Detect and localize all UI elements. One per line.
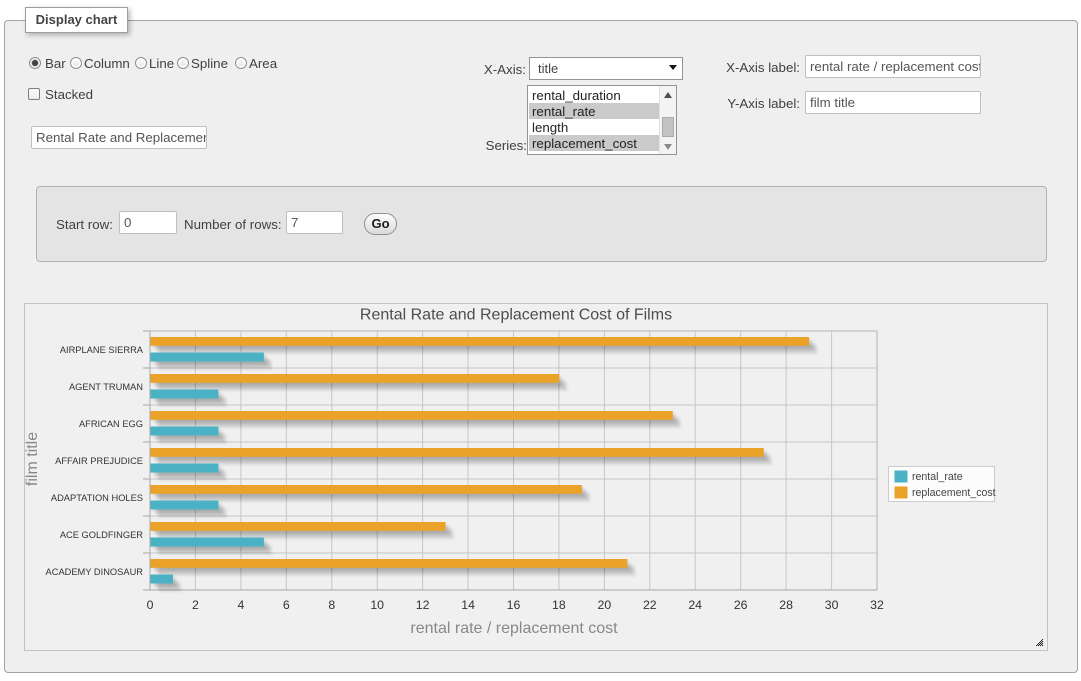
svg-text:AGENT TRUMAN: AGENT TRUMAN [69, 382, 143, 392]
svg-text:2: 2 [192, 598, 199, 612]
svg-text:ACE GOLDFINGER: ACE GOLDFINGER [60, 530, 143, 540]
svg-text:replacement_cost: replacement_cost [912, 487, 996, 499]
svg-text:AFFAIR PREJUDICE: AFFAIR PREJUDICE [55, 456, 143, 466]
svg-text:10: 10 [370, 598, 384, 612]
svg-text:ADAPTATION HOLES: ADAPTATION HOLES [51, 493, 143, 503]
svg-text:16: 16 [507, 598, 521, 612]
svg-text:26: 26 [734, 598, 748, 612]
svg-text:8: 8 [328, 598, 335, 612]
svg-text:rental_rate: rental_rate [912, 471, 963, 483]
svg-text:14: 14 [461, 598, 475, 612]
svg-text:30: 30 [825, 598, 839, 612]
svg-text:12: 12 [416, 598, 430, 612]
svg-text:22: 22 [643, 598, 657, 612]
svg-text:rental rate / replacement cost: rental rate / replacement cost [410, 620, 618, 637]
svg-text:18: 18 [552, 598, 566, 612]
svg-text:Rental Rate and Replacement Co: Rental Rate and Replacement Cost of Film… [360, 307, 672, 324]
svg-text:32: 32 [870, 598, 884, 612]
svg-text:film title: film title [24, 432, 41, 486]
svg-text:AFRICAN EGG: AFRICAN EGG [79, 419, 143, 429]
svg-text:4: 4 [237, 598, 244, 612]
svg-text:AIRPLANE SIERRA: AIRPLANE SIERRA [60, 345, 144, 355]
svg-text:0: 0 [147, 598, 154, 612]
svg-text:20: 20 [598, 598, 612, 612]
svg-text:6: 6 [283, 598, 290, 612]
svg-text:ACADEMY DINOSAUR: ACADEMY DINOSAUR [46, 567, 144, 577]
svg-text:28: 28 [779, 598, 793, 612]
svg-text:24: 24 [688, 598, 702, 612]
